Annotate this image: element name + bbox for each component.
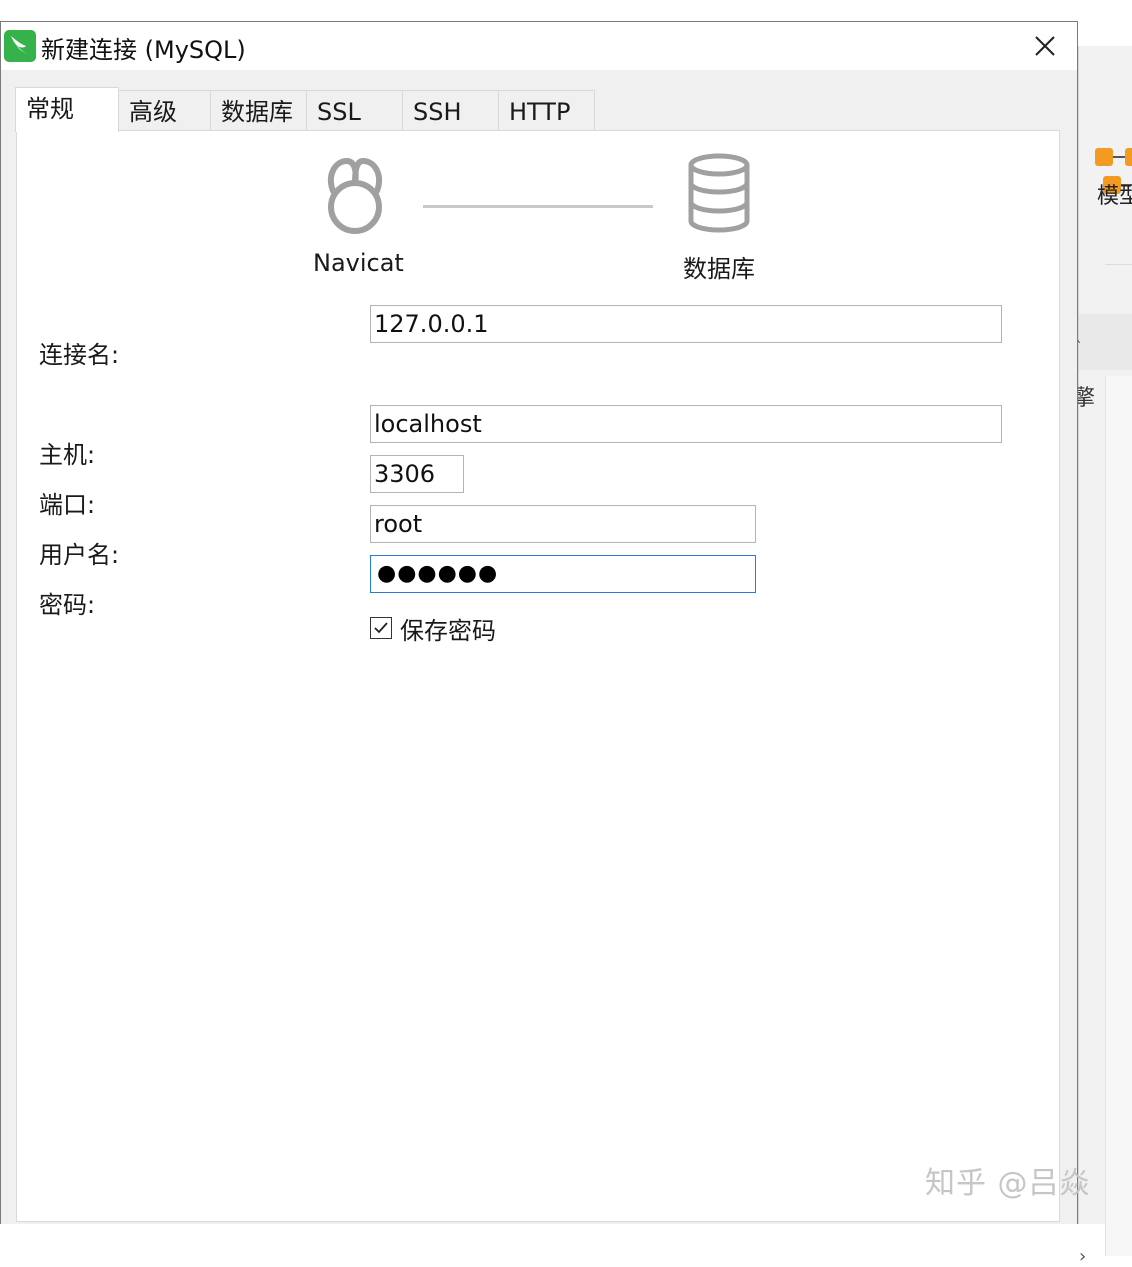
close-button[interactable] [1023, 26, 1067, 66]
background-app-window: 模型 ˆ 擎 › [1073, 46, 1132, 1267]
checkmark-icon [374, 622, 388, 634]
navicat-app-icon [4, 30, 36, 62]
save-password-checkbox[interactable] [370, 617, 392, 639]
model-button-label[interactable]: 模型 [1097, 178, 1132, 210]
save-password-label[interactable]: 保存密码 [400, 611, 496, 646]
connection-line [423, 205, 653, 208]
title-bar[interactable]: 新建连接 (MySQL) [1, 22, 1077, 70]
host-label: 主机: [39, 441, 96, 469]
background-panel [1079, 314, 1132, 370]
port-label: 端口: [39, 491, 96, 519]
password-input[interactable]: ●●●●●● [370, 555, 756, 593]
host-input[interactable] [370, 405, 1002, 443]
close-icon [1035, 36, 1055, 56]
port-input[interactable] [370, 455, 464, 493]
database-icon [688, 153, 750, 233]
tab-databases[interactable]: 数据库 [210, 90, 307, 130]
tab-bar: 常规 高级 数据库 SSL SSH HTTP [15, 87, 615, 132]
connection-name-input[interactable] [370, 305, 1002, 343]
tab-ssl[interactable]: SSL [306, 90, 403, 130]
general-tab-panel: Navicat 数据库 连接名: 主机: 端口: 用户名: 密码: ●●●●●●… [16, 130, 1060, 1222]
password-mask: ●●●●●● [377, 561, 499, 586]
connection-name-label: 连接名: [39, 341, 120, 369]
window-title: 新建连接 (MySQL) [41, 36, 246, 64]
tab-advanced[interactable]: 高级 [118, 90, 211, 130]
watermark: 知乎 @吕焱 [925, 1166, 1091, 1201]
divider [1105, 264, 1132, 265]
tab-ssh[interactable]: SSH [402, 90, 499, 130]
navicat-caption: Navicat [313, 249, 404, 277]
scrollbar[interactable] [1105, 376, 1132, 1256]
chevron-right-icon[interactable]: › [1079, 1246, 1086, 1267]
tab-general[interactable]: 常规 [15, 87, 119, 132]
tab-http[interactable]: HTTP [498, 90, 595, 130]
new-connection-dialog: 新建连接 (MySQL) 常规 高级 数据库 SSL SSH HTTP Navi… [0, 21, 1078, 1224]
database-caption: 数据库 [683, 255, 755, 283]
save-password-row[interactable]: 保存密码 [370, 611, 496, 646]
navicat-logo-icon [327, 157, 383, 234]
password-label: 密码: [39, 591, 96, 619]
username-label: 用户名: [39, 541, 120, 569]
username-input[interactable] [370, 505, 756, 543]
